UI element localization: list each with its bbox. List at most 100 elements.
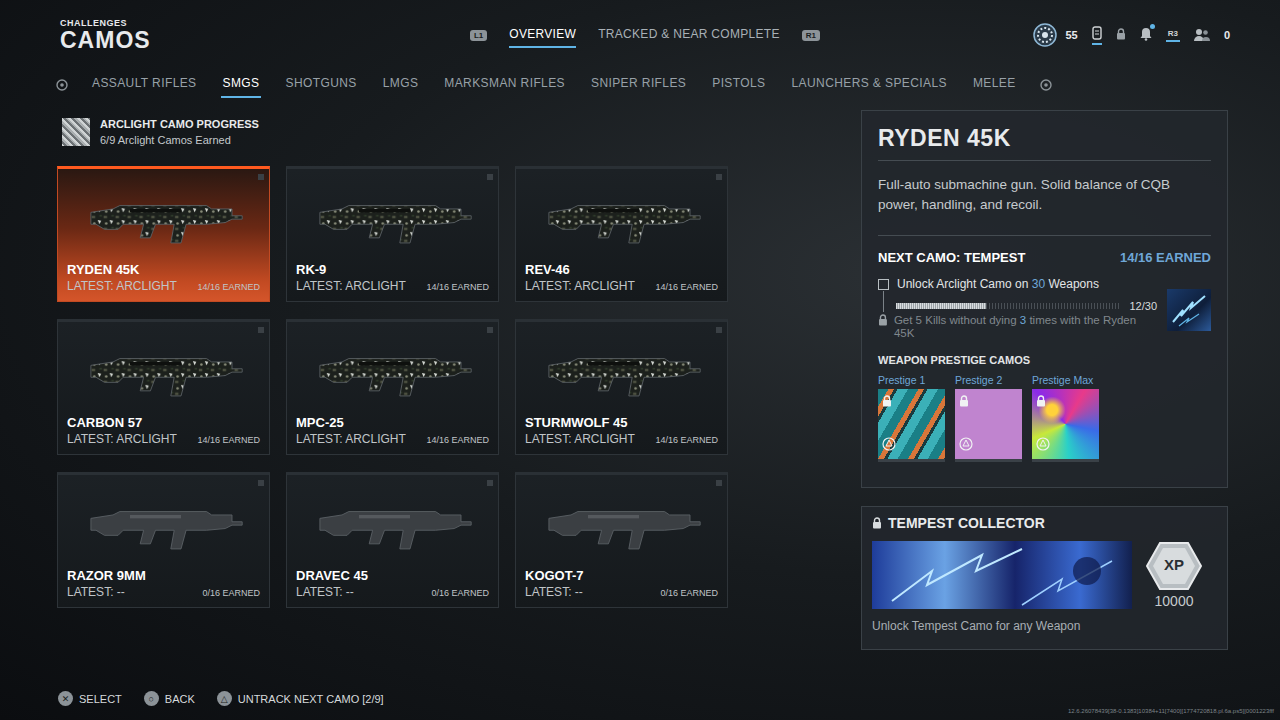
button-glyph: ○ (144, 691, 159, 706)
weapon-image-icon (79, 496, 249, 556)
prev-category-icon (56, 79, 68, 91)
weapon-image-icon (537, 496, 707, 556)
weapon-name: REV-46 (525, 262, 718, 277)
camo-progress-count: 6/9 Arclight Camos Earned (100, 134, 259, 146)
weapon-image (287, 169, 498, 262)
prestige-badge (959, 437, 973, 455)
top-tab[interactable]: OVERVIEW (509, 23, 576, 48)
weapon-name: DRAVEC 45 (296, 568, 489, 583)
next-tab-key[interactable]: R1 (802, 30, 820, 41)
prestige-camo[interactable]: Prestige 1 (878, 374, 945, 462)
weapon-name: KOGOT-7 (525, 568, 718, 583)
category-tab[interactable]: PISTOLS (710, 72, 767, 98)
weapon-meta: LATEST: --0/16 EARNED (67, 585, 260, 599)
challenge-text: Unlock Arclight Camo on (897, 277, 1032, 291)
inventory-button[interactable] (1092, 26, 1102, 45)
prestige-camo-swatch (1032, 389, 1099, 462)
weapon-meta: LATEST: ARCLIGHT14/16 EARNED (67, 279, 260, 293)
card-corner-mark (487, 480, 493, 486)
camos-earned: 14/16 EARNED (426, 282, 489, 292)
section-kicker: CHALLENGES (60, 18, 470, 28)
button-glyph: △ (217, 691, 232, 706)
prestige-icon (1036, 437, 1050, 451)
action-label: BACK (165, 693, 195, 705)
weapon-meta: LATEST: --0/16 EARNED (296, 585, 489, 599)
weapon-card[interactable]: STURMWOLF 45 LATEST: ARCLIGHT14/16 EARNED (515, 319, 728, 455)
challenge-text: Weapons (1045, 277, 1099, 291)
weapon-info: MPC-25LATEST: ARCLIGHT14/16 EARNED (287, 415, 498, 454)
category-tab[interactable]: SNIPER RIFLES (589, 72, 688, 98)
bell-icon (1140, 27, 1152, 41)
camos-earned: 14/16 EARNED (1120, 250, 1211, 265)
social-key-hint[interactable]: R3 (1166, 29, 1180, 42)
collector-title: TEMPEST COLLECTOR (888, 515, 1045, 531)
footer-action[interactable]: ✕SELECT (58, 691, 122, 706)
weapon-image-icon (308, 343, 478, 403)
category-tab[interactable]: SHOTGUNS (283, 72, 358, 98)
latest-camo: LATEST: ARCLIGHT (525, 279, 635, 293)
top-tab[interactable]: TRACKED & NEAR COMPLETE (598, 23, 780, 48)
weapon-image-icon (308, 496, 478, 556)
category-tab[interactable]: LMGS (381, 72, 421, 98)
category-tab[interactable]: MELEE (971, 72, 1018, 98)
locked-step-text: Get 5 Kills without dying 3 times with t… (894, 314, 1157, 340)
player-level: 55 (1065, 29, 1077, 41)
weapon-image (287, 322, 498, 415)
camos-earned: 14/16 EARNED (197, 282, 260, 292)
prestige-icon (882, 437, 896, 451)
weapon-image-icon (308, 190, 478, 250)
prestige-label: Prestige 2 (955, 374, 1022, 386)
prestige-camo-swatch (878, 389, 945, 462)
prestige-label: Prestige Max (1032, 374, 1099, 386)
camos-earned: 14/16 EARNED (655, 435, 718, 445)
prestige-camos: Prestige 1 Prestige 2 Prestige Max (878, 374, 1211, 462)
category-tab[interactable]: SMGS (221, 72, 262, 98)
xp-label: XP (1146, 556, 1202, 573)
button-glyph: ✕ (58, 691, 73, 706)
prestige-title: WEAPON PRESTIGE CAMOS (878, 354, 1211, 366)
weapon-card[interactable]: RYDEN 45KLATEST: ARCLIGHT14/16 EARNED (57, 166, 270, 302)
category-tab[interactable]: MARKSMAN RIFLES (442, 72, 567, 98)
weapon-info: DRAVEC 45 LATEST: --0/16 EARNED (287, 568, 498, 607)
weapon-card[interactable]: REV-46LATEST: ARCLIGHT14/16 EARNED (515, 166, 728, 302)
prev-tab-key[interactable]: L1 (470, 30, 487, 41)
weapon-card[interactable]: RAZOR 9MMLATEST: --0/16 EARNED (57, 472, 270, 608)
category-tab[interactable]: ASSAULT RIFLES (90, 72, 199, 98)
weapon-card[interactable]: KOGOT-7 LATEST: --0/16 EARNED (515, 472, 728, 608)
collector-header: TEMPEST COLLECTOR (872, 515, 1217, 531)
collector-body: XP10000 (872, 541, 1217, 609)
weapon-image (287, 475, 498, 568)
inventory-icon (1092, 26, 1102, 40)
footer-actions: ✕SELECT○BACK△UNTRACK NEXT CAMO [2/9]12.6… (0, 691, 1280, 720)
latest-camo: LATEST: ARCLIGHT (296, 432, 406, 446)
prestige-camo[interactable]: Prestige Max (1032, 374, 1099, 462)
lock-button[interactable] (1116, 28, 1126, 43)
weapon-description: Full-auto submachine gun. Solid balance … (878, 175, 1211, 236)
next-category-icon (1040, 79, 1052, 91)
prestige-camo[interactable]: Prestige 2 (955, 374, 1022, 462)
category-tab[interactable]: LAUNCHERS & SPECIALS (790, 72, 949, 98)
weapon-card[interactable]: RK-9LATEST: ARCLIGHT14/16 EARNED (286, 166, 499, 302)
challenge-text: Get 5 Kills without dying (894, 314, 1020, 326)
footer-action[interactable]: ○ BACK (144, 691, 195, 706)
weapon-image-icon (537, 343, 707, 403)
weapon-card[interactable]: DRAVEC 45 LATEST: --0/16 EARNED (286, 472, 499, 608)
camos-earned: 14/16 EARNED (197, 435, 260, 445)
notifications-button[interactable] (1140, 27, 1152, 44)
challenge-row: Unlock Arclight Camo on 30 Weapons (878, 277, 1157, 291)
weapon-card[interactable]: CARBON 57LATEST: ARCLIGHT14/16 EARNED (57, 319, 270, 455)
padlock-icon (882, 395, 892, 407)
weapon-card[interactable]: MPC-25LATEST: ARCLIGHT14/16 EARNED (286, 319, 499, 455)
weapon-meta: LATEST: --0/16 EARNED (525, 585, 718, 599)
padlock-icon (1036, 395, 1046, 407)
weapon-image (516, 475, 727, 568)
weapon-meta: LATEST: ARCLIGHT14/16 EARNED (525, 432, 718, 446)
challenge-progress-text: 12/30 (1129, 300, 1157, 312)
weapon-info: RAZOR 9MMLATEST: --0/16 EARNED (58, 568, 269, 607)
footer-action[interactable]: △UNTRACK NEXT CAMO [2/9] (217, 691, 384, 706)
prestige-badge (1036, 437, 1050, 455)
weapon-image-icon (79, 343, 249, 403)
weapon-info: KOGOT-7 LATEST: --0/16 EARNED (516, 568, 727, 607)
weapon-name: MPC-25 (296, 415, 489, 430)
weapon-name: STURMWOLF 45 (525, 415, 718, 430)
